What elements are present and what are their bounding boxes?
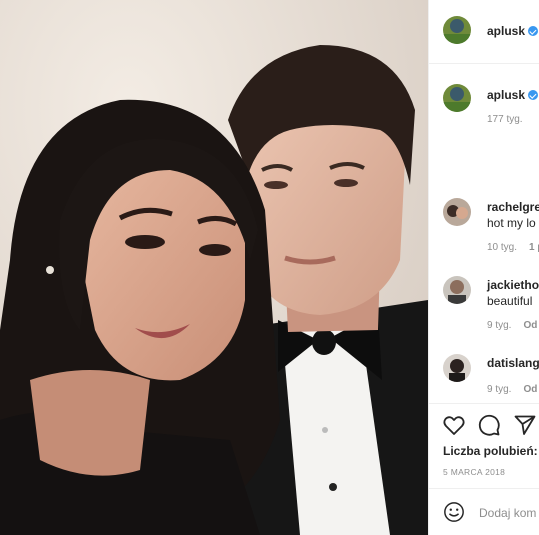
share-icon[interactable]: [513, 413, 537, 437]
comment-icon[interactable]: [477, 413, 501, 437]
caption-avatar[interactable]: [443, 84, 471, 112]
add-comment-input[interactable]: Dodaj kom: [479, 506, 536, 520]
actions-divider: [429, 403, 539, 404]
avatar-image: [443, 198, 471, 226]
comment-meta: 9 tyg. Od: [487, 320, 537, 331]
comment-avatar[interactable]: [443, 276, 471, 304]
add-comment-divider: [429, 488, 539, 489]
comment-reply-link[interactable]: Od: [523, 384, 537, 395]
post-side-panel: aplusk aplusk 177 tyg. rachelgre hot my …: [428, 0, 539, 535]
header-avatar[interactable]: [443, 16, 471, 44]
heart-icon[interactable]: [442, 413, 466, 437]
likes-count[interactable]: Liczba polubień:: [443, 444, 538, 458]
header-username[interactable]: aplusk: [487, 24, 539, 38]
header-username-text[interactable]: aplusk: [487, 24, 525, 38]
post-date[interactable]: 5 MARCA 2018: [443, 467, 505, 477]
verified-icon: [528, 90, 539, 100]
comment-text: beautiful: [487, 294, 533, 308]
comment-username[interactable]: rachelgre: [487, 200, 539, 214]
comment-avatar[interactable]: [443, 354, 471, 382]
avatar-image: [443, 276, 471, 304]
comment-likes-link[interactable]: 1 p: [529, 242, 539, 253]
avatar-image: [443, 84, 471, 112]
comment-meta: 9 tyg. Od: [487, 384, 537, 395]
comment-reply-link[interactable]: Od: [523, 320, 537, 331]
avatar-image: [443, 354, 471, 382]
caption-time[interactable]: 177 tyg.: [487, 114, 523, 125]
caption-username[interactable]: aplusk: [487, 88, 539, 102]
comment-text: hot my lo: [487, 216, 536, 230]
caption-username-text[interactable]: aplusk: [487, 88, 525, 102]
comment-time[interactable]: 9 tyg.: [487, 320, 511, 331]
selfie-image: [0, 0, 428, 535]
emoji-icon[interactable]: [443, 501, 465, 523]
comment-time[interactable]: 10 tyg.: [487, 242, 517, 253]
comment-time[interactable]: 9 tyg.: [487, 384, 511, 395]
avatar-image: [443, 16, 471, 44]
verified-icon: [528, 26, 539, 36]
post-photo[interactable]: [0, 0, 428, 535]
comment-meta: 10 tyg. 1 p: [487, 242, 539, 253]
comment-username[interactable]: jackietho: [487, 278, 539, 292]
comment-avatar[interactable]: [443, 198, 471, 226]
header-divider: [429, 63, 539, 64]
comment-username[interactable]: datislang: [487, 356, 539, 370]
